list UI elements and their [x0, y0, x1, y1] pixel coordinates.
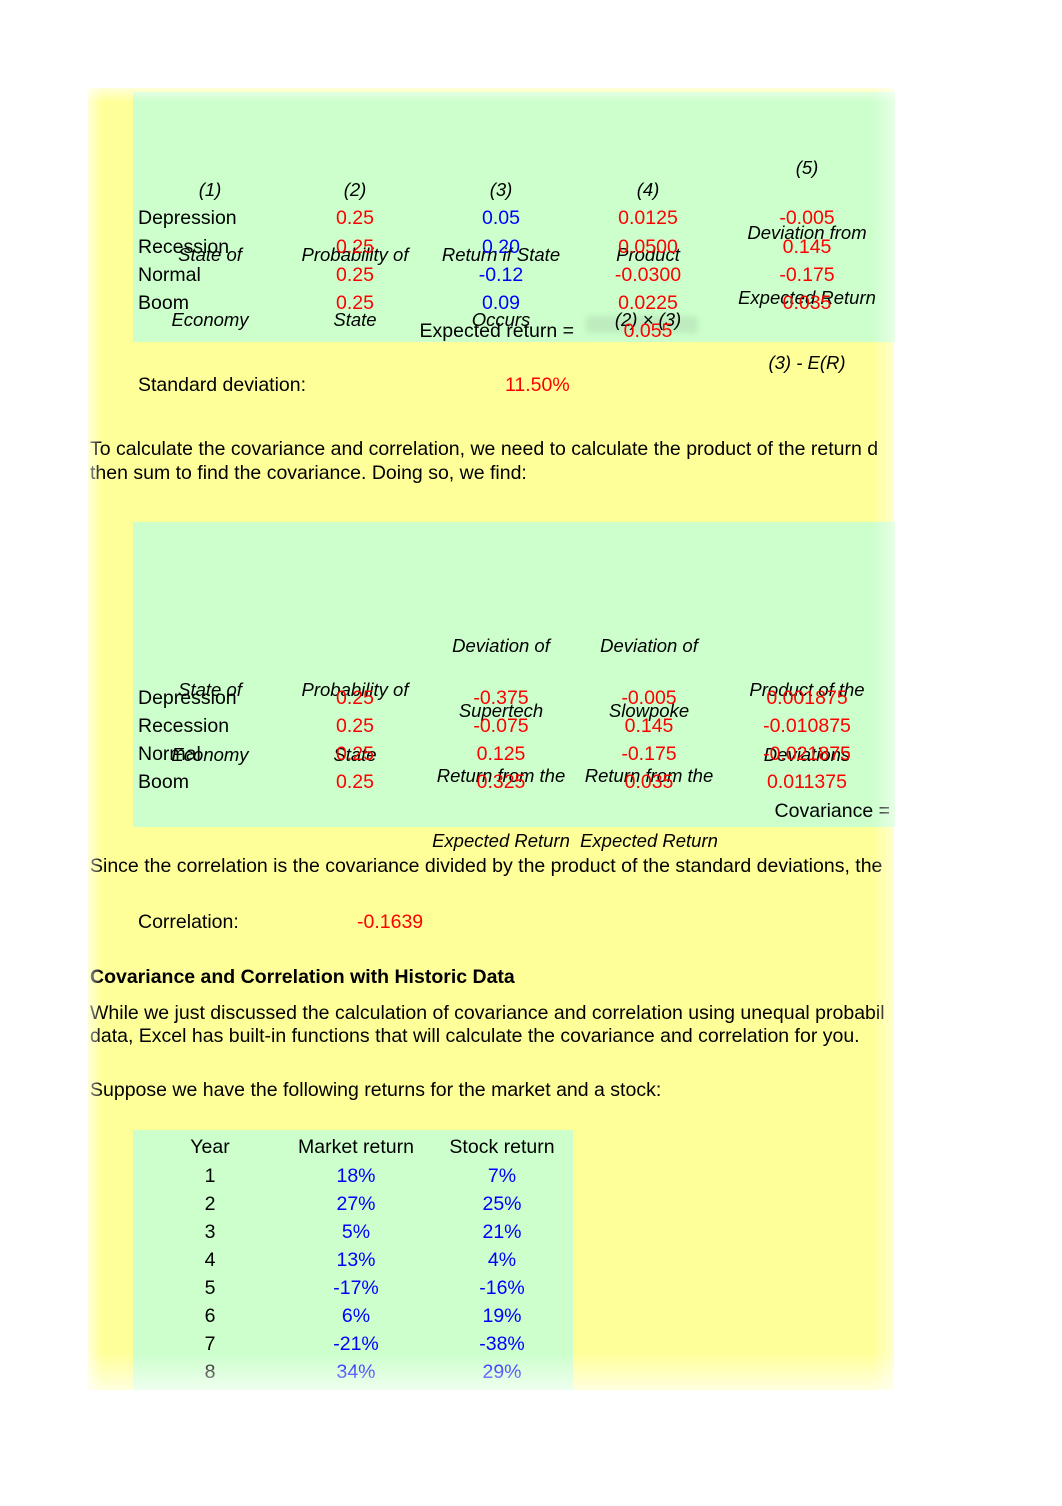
table1-row-probability: 0.25: [336, 207, 374, 229]
table1-expected-return-value: 0.055: [623, 320, 673, 342]
table2-row-product: -0.021875: [763, 743, 851, 765]
table1-row-state: Recession: [138, 236, 230, 258]
table1-row-deviation: 0.035: [782, 292, 832, 314]
table3-row-market-return: -21%: [333, 1333, 379, 1355]
table1-row-probability: 0.25: [336, 264, 374, 286]
table2-row-supertech-deviation: -0.075: [473, 715, 529, 737]
table3-row-stock-return: 4%: [487, 1249, 517, 1271]
table1-row-deviation: -0.005: [779, 207, 835, 229]
paragraph-excel-functions-line1: While we just discussed the calculation …: [90, 1002, 885, 1024]
table3-row-year: 4: [204, 1249, 216, 1271]
table2-row-product: 0.001875: [766, 687, 848, 709]
table2-row-state: Recession: [138, 715, 230, 737]
table1-row-probability: 0.25: [336, 236, 374, 258]
table3-row-stock-return: 25%: [482, 1193, 522, 1215]
table3-header-stock-return: Stock return: [449, 1136, 555, 1158]
table1-row-probability: 0.25: [336, 292, 374, 314]
table1-header-col2-number: (2): [343, 179, 367, 201]
paragraph-covariance-intro-line1: To calculate the covariance and correlat…: [90, 438, 879, 460]
table2-header-col4-line1: Deviation of: [600, 635, 698, 657]
table1-row-deviation: 0.145: [782, 236, 832, 258]
table3-row-market-return: 5%: [341, 1221, 371, 1243]
table1-expected-return-label: Expected return =: [419, 320, 574, 342]
table2-row-slowpoke-deviation: -0.005: [621, 687, 677, 709]
table3-row-market-return: 6%: [341, 1305, 371, 1327]
table2-row-slowpoke-deviation: 0.145: [624, 715, 674, 737]
table1-row-product: 0.0225: [618, 292, 678, 314]
table1-header-col3-number: (3): [489, 179, 513, 201]
table3-row-market-return: 18%: [336, 1165, 376, 1187]
table1-row-deviation: -0.175: [779, 264, 835, 286]
table2-header-col3-line1: Deviation of: [452, 635, 550, 657]
table3-row-market-return: 34%: [336, 1361, 376, 1383]
table2-row-slowpoke-deviation: -0.175: [621, 743, 677, 765]
table1-row-product: 0.0125: [618, 207, 678, 229]
paragraph-correlation-intro: Since the correlation is the covariance …: [90, 855, 883, 877]
table2-row-probability: 0.25: [336, 771, 374, 793]
table2-row-state: Boom: [138, 771, 189, 793]
table1-row-product: 0.0500: [618, 236, 678, 258]
table1-header-col5-number: (5): [795, 157, 819, 179]
table3-row-year: 5: [204, 1277, 216, 1299]
table1-row-return: 0.20: [482, 236, 520, 258]
table3-row-year: 6: [204, 1305, 216, 1327]
table3-header-year: Year: [190, 1136, 230, 1158]
table2-covariance-label: Covariance =: [774, 800, 890, 822]
table3-row-year: 3: [204, 1221, 216, 1243]
table3-row-year: 1: [204, 1165, 216, 1187]
table3-row-stock-return: 19%: [482, 1305, 522, 1327]
table2-row-supertech-deviation: 0.125: [476, 743, 526, 765]
table3-row-year: 8: [204, 1361, 216, 1383]
table1-header-col4-number: (4): [636, 179, 660, 201]
paragraph-suppose-returns: Suppose we have the following returns fo…: [90, 1079, 662, 1101]
standard-deviation-value: 11.50%: [505, 374, 570, 396]
table1-row-product: -0.0300: [614, 264, 682, 286]
table3-row-stock-return: -16%: [479, 1277, 525, 1299]
table2-row-supertech-deviation: -0.375: [473, 687, 529, 709]
paragraph-covariance-intro-line2: then sum to find the covariance. Doing s…: [90, 462, 527, 484]
table3-row-year: 7: [204, 1333, 216, 1355]
table2-row-supertech-deviation: 0.325: [476, 771, 526, 793]
table3-row-stock-return: 29%: [482, 1361, 522, 1383]
table2-row-slowpoke-deviation: 0.035: [624, 771, 674, 793]
table3-row-stock-return: -38%: [479, 1333, 525, 1355]
table2-row-probability: 0.25: [336, 743, 374, 765]
table3-row-market-return: -17%: [333, 1277, 379, 1299]
table2-row-product: 0.011375: [767, 771, 847, 793]
table1-row-return: 0.05: [482, 207, 520, 229]
table2-row-probability: 0.25: [336, 687, 374, 709]
table2-row-state: Normal: [138, 743, 201, 765]
correlation-label: Correlation:: [138, 911, 239, 933]
table3-row-market-return: 13%: [336, 1249, 376, 1271]
table1-row-state: Normal: [138, 264, 201, 286]
table1-row-return: -0.12: [478, 264, 524, 286]
table2-row-state: Depression: [138, 687, 237, 709]
table2-header-col3-line4: Expected Return: [432, 830, 570, 852]
table1-row-state: Boom: [138, 292, 189, 314]
table2-row-probability: 0.25: [336, 715, 374, 737]
table1-header-col5-line3: (3) - E(R): [768, 352, 846, 374]
worksheet-document: (1) State of Economy (2) Probability of …: [0, 0, 1062, 1506]
table1-row-state: Depression: [138, 207, 237, 229]
section-heading-historic-data: Covariance and Correlation with Historic…: [90, 966, 515, 988]
table3-row-stock-return: 7%: [487, 1165, 517, 1187]
table2-header-col4-line4: Expected Return: [580, 830, 718, 852]
table3-row-market-return: 27%: [336, 1193, 376, 1215]
table1-header-col1-number: (1): [198, 179, 222, 201]
correlation-value: -0.1639: [357, 911, 424, 933]
table1-row-return: 0.09: [482, 292, 520, 314]
paragraph-excel-functions-line2: data, Excel has built-in functions that …: [90, 1025, 860, 1047]
table2-row-product: -0.010875: [763, 715, 851, 737]
table3-row-year: 2: [204, 1193, 216, 1215]
standard-deviation-label: Standard deviation:: [138, 374, 307, 396]
table3-row-stock-return: 21%: [482, 1221, 522, 1243]
table3-header-market-return: Market return: [298, 1136, 414, 1158]
